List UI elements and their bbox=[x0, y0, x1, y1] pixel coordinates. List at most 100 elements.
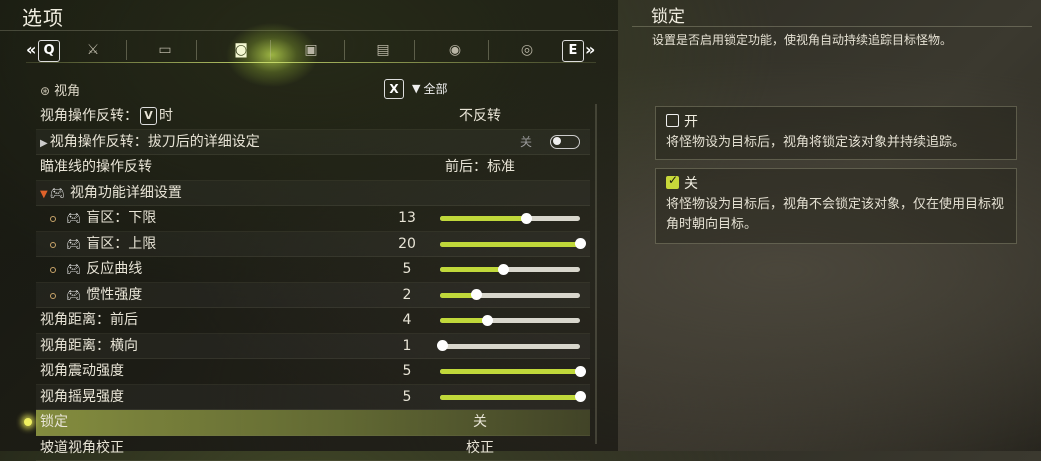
setting-label: 视角距离：前后 bbox=[40, 308, 138, 332]
accessibility-icon[interactable]: ◎ bbox=[518, 42, 536, 58]
tab-divider bbox=[488, 40, 489, 60]
slider-knob[interactable] bbox=[575, 238, 586, 249]
slider-value: 5 bbox=[392, 257, 422, 281]
option-off[interactable]: 关 将怪物设为目标后，视角不会锁定该对象，仅在使用目标视角时朝向目标。 bbox=[655, 168, 1017, 244]
filter-label: 全部 bbox=[423, 82, 447, 96]
setting-value[interactable]: 不反转 bbox=[400, 104, 560, 128]
setting-value[interactable]: 校正 bbox=[400, 436, 560, 460]
setting-row-slope-correction[interactable]: 坡道视角校正 校正 bbox=[36, 436, 590, 461]
setting-row-invert-drawn[interactable]: ▶视角操作反转：拔刀后的详细设定 关 bbox=[36, 130, 590, 156]
tab-divider bbox=[196, 40, 197, 60]
option-description: 将怪物设为目标后，视角将锁定该对象并持续追踪。 bbox=[666, 133, 1011, 153]
filter-icon: ▼ bbox=[412, 82, 420, 95]
setting-row-camera-shake[interactable]: 视角震动强度 5 bbox=[36, 359, 590, 385]
checkbox-checked-icon[interactable] bbox=[666, 176, 679, 189]
gamepad-icon: 🎮︎ bbox=[50, 186, 65, 200]
camera-icon[interactable]: ◙ bbox=[232, 42, 250, 58]
setting-value[interactable]: 关 bbox=[400, 410, 560, 434]
slider-fill bbox=[440, 242, 580, 247]
slider[interactable] bbox=[440, 369, 580, 374]
scrollbar[interactable] bbox=[595, 104, 597, 444]
setting-row-response-curve[interactable]: 🎮︎ 反应曲线 5 bbox=[36, 257, 590, 283]
slider[interactable] bbox=[440, 267, 580, 272]
detail-divider bbox=[632, 26, 1032, 27]
setting-label: 反应曲线 bbox=[86, 261, 142, 277]
next-tab-key[interactable]: E bbox=[562, 40, 584, 62]
slider-fill bbox=[440, 369, 580, 374]
option-on[interactable]: 开 将怪物设为目标后，视角将锁定该对象并持续追踪。 bbox=[655, 106, 1017, 160]
setting-row-camera-sway[interactable]: 视角摇晃强度 5 bbox=[36, 385, 590, 411]
setting-group-camera-detail[interactable]: ▼🎮︎ 视角功能详细设置 bbox=[36, 181, 590, 207]
toggle-switch[interactable] bbox=[550, 135, 580, 149]
slider-value: 5 bbox=[392, 385, 422, 409]
setting-row-deadzone-upper[interactable]: 🎮︎盲区：上限 20 bbox=[36, 232, 590, 258]
toggle-state-label: 关 bbox=[520, 130, 532, 154]
gamepad-icon: 🎮︎ bbox=[66, 211, 81, 225]
filter-control[interactable]: X ▼全部 bbox=[384, 78, 447, 99]
slider[interactable] bbox=[440, 216, 580, 221]
category-tabs: « Q ⚔ ▭ ◙ ▣ ▤ ◉ ◎ E » bbox=[26, 38, 596, 66]
setting-row-distance-depth[interactable]: 视角距离：前后 4 bbox=[36, 308, 590, 334]
slider-value: 1 bbox=[392, 334, 422, 358]
speaker-icon[interactable]: ◉ bbox=[446, 42, 464, 58]
detail-description: 设置是否启用锁定功能，使视角自动持续追踪目标怪物。 bbox=[652, 31, 952, 48]
slider-knob[interactable] bbox=[498, 264, 509, 275]
slider-knob[interactable] bbox=[482, 315, 493, 326]
section-title: 视角 bbox=[54, 84, 80, 99]
setting-row-inertia[interactable]: 🎮︎惯性强度 2 bbox=[36, 283, 590, 309]
gamepad-icon: 🎮︎ bbox=[66, 262, 81, 276]
slider-value: 5 bbox=[392, 359, 422, 383]
setting-label: 视角功能详细设置 bbox=[70, 185, 182, 201]
slider[interactable] bbox=[440, 293, 580, 298]
setting-row-invert-camera[interactable]: 视角操作反转：V时 不反转 bbox=[36, 104, 590, 130]
slider-fill bbox=[440, 318, 488, 323]
setting-label: 坡道视角校正 bbox=[40, 436, 124, 460]
setting-row-aim-invert[interactable]: 瞄准线的操作反转 前后：标准 bbox=[36, 155, 590, 181]
bullet-icon bbox=[50, 242, 56, 248]
slider-knob[interactable] bbox=[437, 340, 448, 351]
setting-row-lock-on[interactable]: 锁定 关 bbox=[36, 410, 590, 436]
slider-knob[interactable] bbox=[575, 391, 586, 402]
setting-row-deadzone-lower[interactable]: 🎮︎ 盲区：下限 13 bbox=[36, 206, 590, 232]
slider-value: 13 bbox=[392, 206, 422, 230]
selection-indicator-icon bbox=[24, 418, 32, 426]
page-title: 选项 bbox=[22, 2, 64, 31]
setting-label: 盲区：下限 bbox=[86, 210, 156, 226]
tab-divider bbox=[270, 40, 271, 60]
slider[interactable] bbox=[440, 242, 580, 247]
gamepad-icon: 🎮︎ bbox=[66, 237, 81, 251]
tab-divider bbox=[414, 40, 415, 60]
v-key-icon: V bbox=[140, 107, 157, 125]
setting-label: 视角距离：横向 bbox=[40, 334, 138, 358]
setting-row-distance-lateral[interactable]: 视角距离：横向 1 bbox=[36, 334, 590, 360]
sword-icon[interactable]: ⚔ bbox=[84, 42, 102, 58]
tabs-underline bbox=[26, 62, 596, 63]
gamepad-icon: 🎮︎ bbox=[66, 288, 81, 302]
setting-label: 瞄准线的操作反转 bbox=[40, 155, 152, 179]
image-icon[interactable]: ▤ bbox=[374, 42, 392, 58]
expand-caret-icon[interactable]: ▶ bbox=[40, 138, 48, 149]
setting-value[interactable]: 前后：标准 bbox=[400, 155, 560, 179]
slider[interactable] bbox=[440, 344, 580, 349]
slider[interactable] bbox=[440, 395, 580, 400]
controller-icon[interactable]: ▭ bbox=[156, 42, 174, 58]
slider-knob[interactable] bbox=[575, 366, 586, 377]
tab-divider bbox=[344, 40, 345, 60]
setting-label: 盲区：上限 bbox=[86, 236, 156, 252]
slider-value: 2 bbox=[392, 283, 422, 307]
checkbox-unchecked-icon[interactable] bbox=[666, 114, 679, 127]
section-header: ⊛ 视角 bbox=[40, 80, 80, 99]
setting-label: 视角摇晃强度 bbox=[40, 385, 124, 409]
slider-knob[interactable] bbox=[521, 213, 532, 224]
filter-key[interactable]: X bbox=[384, 79, 404, 99]
slider[interactable] bbox=[440, 318, 580, 323]
settings-list: 视角操作反转：V时 不反转 ▶视角操作反转：拔刀后的详细设定 关 瞄准线的操作反… bbox=[36, 104, 590, 461]
prev-tab-key[interactable]: Q bbox=[38, 40, 60, 62]
next-arrow-icon: » bbox=[585, 40, 595, 59]
setting-label: 锁定 bbox=[40, 410, 68, 434]
monitor-icon[interactable]: ▣ bbox=[302, 42, 320, 58]
option-description: 将怪物设为目标后，视角不会锁定该对象，仅在使用目标视角时朝向目标。 bbox=[666, 195, 1011, 235]
collapse-caret-icon[interactable]: ▼ bbox=[40, 189, 48, 200]
camera-settings-icon: ⊛ bbox=[40, 84, 50, 98]
slider-knob[interactable] bbox=[471, 289, 482, 300]
